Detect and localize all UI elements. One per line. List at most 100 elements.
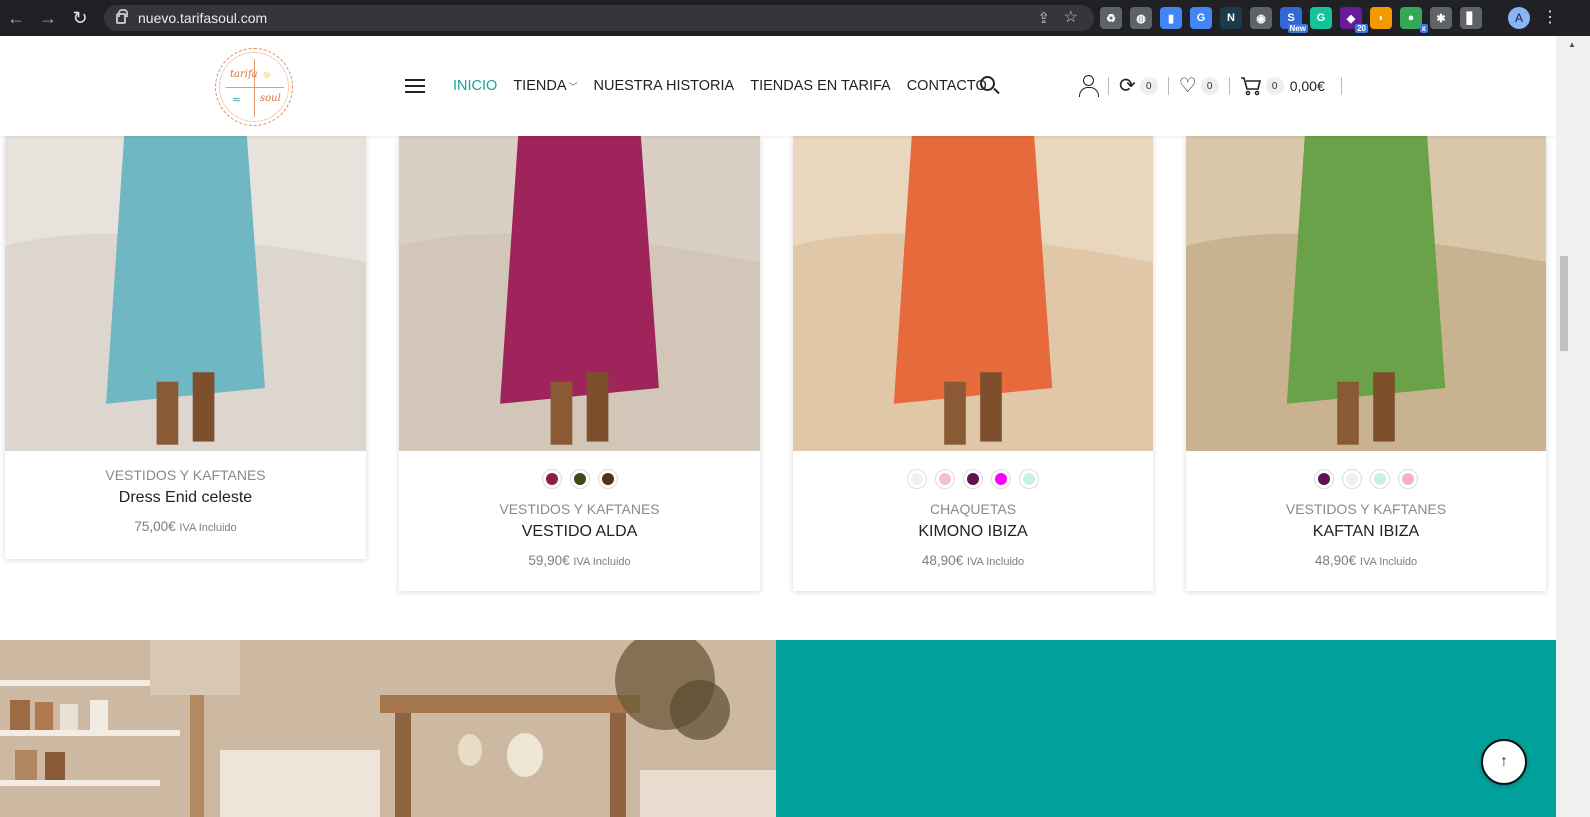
nav-tiendas-en-tarifa[interactable]: TIENDAS EN TARIFA [750, 78, 890, 94]
grammarly-icon[interactable]: G [1310, 7, 1332, 29]
extension-badge: New [1287, 24, 1308, 33]
site-header: tarifa ☼ ≈ soul INICIO TIENDA ﹀ NUESTRA H… [0, 36, 1556, 136]
color-swatch[interactable] [907, 469, 927, 489]
product-name[interactable]: KAFTAN IBIZA [1186, 523, 1546, 541]
chevron-down-icon: ﹀ [568, 82, 578, 92]
product-card[interactable]: VESTIDOS Y KAFTANES KAFTAN IBIZA 48,90€ IV… [1186, 136, 1546, 591]
heart-icon: ♡ [1178, 75, 1197, 97]
bookmark-star-icon[interactable]: ☆ [1064, 7, 1078, 27]
compare-refresh-icon: ⟳ [1119, 75, 1136, 97]
nav-contacto[interactable]: CONTACTO [907, 78, 987, 94]
color-swatch[interactable] [991, 469, 1011, 489]
nav-nuestra-historia[interactable]: NUESTRA HISTORIA [594, 78, 735, 94]
compare-count: 0 [1139, 77, 1158, 95]
new-ext-icon[interactable]: S New [1280, 7, 1308, 33]
docs-icon[interactable]: ▮ [1160, 7, 1182, 29]
cart-icon [1240, 77, 1261, 96]
tax-note: IVA Incluido [966, 556, 1025, 568]
compare-button[interactable]: ⟳ 0 [1119, 76, 1158, 96]
color-swatch[interactable] [1398, 469, 1418, 489]
tarifa-soul-logo[interactable]: tarifa ☼ ≈ soul [215, 48, 293, 126]
product-name[interactable]: Dress Enid celeste [5, 489, 366, 507]
puzzle-icon[interactable]: ✱ [1430, 7, 1452, 29]
address-bar[interactable]: nuevo.tarifasoul.com ⇪ ☆ [104, 5, 1094, 31]
product-category[interactable]: CHAQUETAS [793, 501, 1153, 517]
reload-icon[interactable]: ↻ [64, 0, 96, 36]
page-scrollbar[interactable]: ▲ [1556, 36, 1590, 817]
product-price: 75,00€ IVA Incluido [134, 519, 237, 534]
product-category[interactable]: VESTIDOS Y KAFTANES [399, 501, 760, 517]
wave-icon: ≈ [232, 93, 242, 106]
teal-section [776, 640, 1556, 817]
color-swatches [399, 469, 760, 489]
product-image[interactable] [399, 136, 760, 451]
extension-badge: x [1419, 24, 1428, 33]
profile-avatar[interactable]: A [1508, 7, 1530, 29]
product-card[interactable]: CHAQUETAS KIMONO IBIZA 48,90€ IVA Incluido [793, 136, 1153, 591]
main-navigation: INICIO TIENDA ﹀ NUESTRA HISTORIA TIENDAS … [405, 76, 1003, 96]
search-icon[interactable] [980, 76, 1000, 96]
tax-note: IVA Incluido [179, 522, 237, 534]
user-icon [1078, 75, 1099, 97]
wishlist-button[interactable]: ♡ 0 [1179, 76, 1219, 96]
color-swatch[interactable] [1342, 469, 1362, 489]
color-swatch[interactable] [541, 469, 562, 489]
scroll-up-arrow-icon[interactable]: ▲ [1568, 40, 1576, 49]
tax-note: IVA Incluido [573, 556, 631, 568]
url-text: nuevo.tarifasoul.com [138, 10, 268, 26]
arrow-up-icon: ↑ [1500, 753, 1508, 770]
divider [1228, 77, 1230, 95]
product-card[interactable]: VESTIDOS Y KAFTANES Dress Enid celeste 75,… [5, 136, 366, 559]
nav-inicio[interactable]: INICIO [453, 78, 497, 94]
sidepanel-icon[interactable]: ▋ [1460, 7, 1482, 29]
product-price: 59,90€ IVA Incluido [528, 553, 631, 568]
store-illustration [0, 640, 776, 817]
n-icon[interactable]: N [1220, 7, 1242, 29]
account-button[interactable] [1078, 75, 1099, 97]
camera-icon[interactable]: ◉ [1250, 7, 1272, 29]
product-category[interactable]: VESTIDOS Y KAFTANES [5, 467, 366, 483]
product-image[interactable] [5, 136, 366, 451]
product-image[interactable] [793, 136, 1153, 451]
menu-kebab-icon[interactable]: ⋮ [1542, 7, 1558, 27]
nav-tienda[interactable]: TIENDA ﹀ [513, 78, 577, 94]
wishlist-count: 0 [1200, 77, 1219, 95]
scroll-to-top-button[interactable]: ↑ [1481, 739, 1527, 785]
flame-icon[interactable]: ◗ [1370, 7, 1392, 29]
hat-icon[interactable]: ◆ 20 [1340, 7, 1368, 33]
extension-badge: 20 [1355, 24, 1368, 33]
color-swatch[interactable] [1314, 469, 1334, 489]
product-name[interactable]: KIMONO IBIZA [793, 523, 1153, 541]
share-icon[interactable]: ⇪ [1037, 9, 1050, 27]
cart-total: 0,00€ [1289, 78, 1325, 94]
product-image[interactable] [1186, 136, 1546, 451]
globe-x-icon[interactable]: ● x [1400, 7, 1428, 33]
store-interior-image [0, 640, 776, 817]
translate-icon[interactable]: G [1190, 7, 1212, 29]
color-swatch[interactable] [963, 469, 983, 489]
product-name[interactable]: VESTIDO ALDA [399, 523, 760, 541]
color-swatches [793, 469, 1153, 489]
hamburger-menu-icon[interactable] [405, 79, 425, 93]
color-swatch[interactable] [569, 469, 590, 489]
product-category[interactable]: VESTIDOS Y KAFTANES [1186, 501, 1546, 517]
cart-count: 0 [1265, 77, 1284, 95]
cart-button[interactable]: 0 0,00€ [1240, 76, 1325, 96]
color-swatch[interactable] [597, 469, 618, 489]
product-price: 48,90€ IVA Incluido [921, 553, 1025, 568]
color-swatch[interactable] [1370, 469, 1390, 489]
divider [1340, 77, 1342, 95]
web-page: VESTIDOS Y KAFTANES Dress Enid celeste 75,… [0, 36, 1556, 817]
browser-toolbar: ← → ↻ nuevo.tarifasoul.com ⇪ ☆ ♻ ◍ ▮ G N ◉ S Ne… [0, 0, 1590, 36]
header-actions: ⟳ 0 ♡ 0 0 0,00€ [1078, 74, 1352, 98]
product-card[interactable]: VESTIDOS Y KAFTANES VESTIDO ALDA 59,90€ IV… [399, 136, 760, 591]
back-arrow-icon[interactable]: ← [0, 0, 32, 36]
lock-icon [116, 8, 128, 24]
color-swatch[interactable] [1019, 469, 1039, 489]
recycle-icon[interactable]: ♻ [1100, 7, 1122, 29]
extensions-bar: ♻ ◍ ▮ G N ◉ S New G ◆ 20 ◗ ● x ✱ ▋ [1100, 6, 1482, 33]
forward-arrow-icon[interactable]: → [32, 0, 64, 36]
scrollbar-thumb[interactable] [1560, 256, 1568, 351]
globe-icon[interactable]: ◍ [1130, 7, 1152, 29]
color-swatch[interactable] [935, 469, 955, 489]
